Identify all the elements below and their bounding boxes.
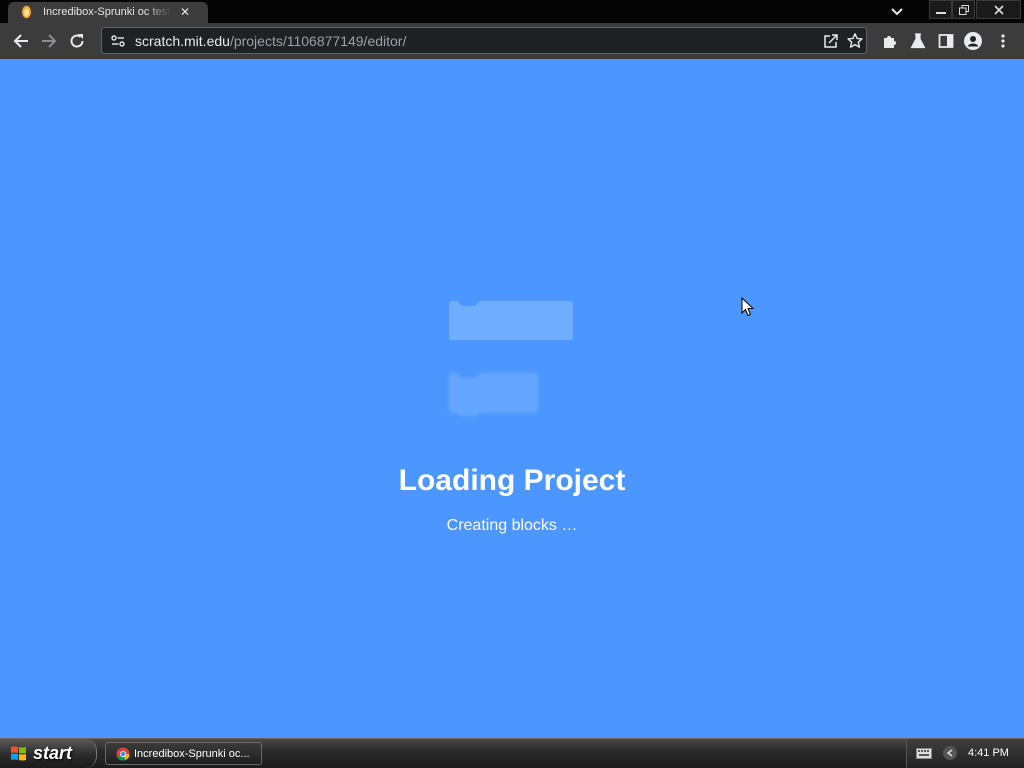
url-path: /projects/1106877149/editor/ — [229, 33, 407, 49]
url-host: scratch.mit.edu — [135, 33, 230, 49]
flask-icon — [910, 33, 926, 49]
scratch-loading-screen: Loading Project Creating blocks … — [0, 59, 1024, 738]
loading-status: Creating blocks … — [446, 517, 578, 534]
loading-block-blurred-icon — [449, 373, 538, 416]
taskbar-chrome-window[interactable]: Incredibox-Sprunki oc... — [105, 742, 262, 765]
tab-close-icon[interactable]: ✕ — [178, 5, 192, 19]
close-icon — [993, 4, 1004, 15]
puzzle-icon — [884, 36, 896, 48]
restore-icon — [958, 4, 969, 15]
side-panel-icon — [938, 34, 954, 48]
tab-search-chevron-icon[interactable] — [888, 4, 906, 20]
kebab-menu-icon — [1001, 34, 1005, 48]
forward-button[interactable] — [38, 30, 60, 52]
mouse-pointer-icon — [741, 297, 754, 317]
taskbar: start Incredibox-Sprunki oc... 4:41 PM — [0, 738, 1024, 768]
keyboard-icon[interactable] — [916, 748, 932, 759]
url-text[interactable]: scratch.mit.edu/projects/1106877149/edit… — [135, 33, 406, 49]
browser-menu-button[interactable] — [992, 30, 1014, 52]
system-tray: 4:41 PM — [906, 739, 1024, 768]
taskbar-window-label: Incredibox-Sprunki oc... — [134, 748, 250, 760]
profile-button[interactable] — [962, 30, 984, 52]
scratch-cat-icon — [22, 5, 31, 19]
browser-tab[interactable]: Incredibox-Sprunki oc test ✕ — [8, 2, 208, 23]
taskbar-clock: 4:41 PM — [968, 747, 1009, 759]
side-panel-button[interactable] — [935, 30, 957, 52]
windows-flag-icon — [11, 746, 26, 761]
window-restore-button[interactable] — [952, 0, 975, 19]
reload-button[interactable] — [66, 30, 88, 52]
back-button[interactable] — [10, 30, 32, 52]
reload-icon — [70, 34, 84, 48]
profile-avatar-icon — [964, 32, 982, 50]
tab-strip: Incredibox-Sprunki oc test ✕ — [0, 0, 1024, 23]
loading-block-icon — [449, 301, 573, 340]
chevron-left-icon — [946, 749, 953, 757]
browser-toolbar: scratch.mit.edu/projects/1106877149/edit… — [0, 23, 1024, 59]
start-button[interactable]: start — [0, 739, 97, 768]
tab-title: Incredibox-Sprunki oc test — [43, 6, 171, 18]
loading-title: Loading Project — [398, 464, 626, 497]
window-close-button[interactable] — [976, 0, 1021, 19]
share-icon[interactable] — [822, 32, 840, 50]
bookmark-star-icon[interactable] — [846, 32, 864, 50]
forward-arrow-icon — [42, 34, 57, 48]
extensions-button[interactable] — [879, 30, 901, 52]
back-arrow-icon — [13, 34, 28, 48]
labs-button[interactable] — [907, 30, 929, 52]
address-bar[interactable]: scratch.mit.edu/projects/1106877149/edit… — [101, 27, 867, 54]
chrome-icon — [116, 747, 130, 761]
window-minimize-button[interactable] — [929, 0, 952, 19]
tray-expand-button[interactable] — [943, 746, 957, 760]
minimize-icon — [935, 11, 946, 14]
site-info-icon[interactable] — [110, 33, 126, 49]
start-label: start — [33, 743, 73, 763]
